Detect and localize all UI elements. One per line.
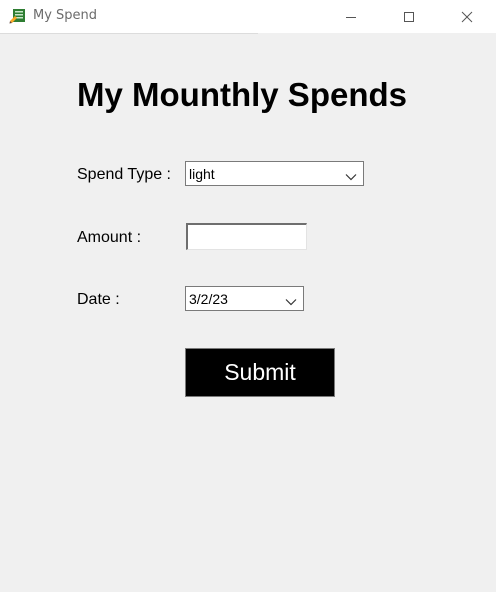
- title-bar[interactable]: My Spend: [0, 0, 496, 33]
- minimize-button[interactable]: [322, 0, 380, 33]
- date-picker[interactable]: 3/2/23: [185, 286, 304, 311]
- close-button[interactable]: [438, 0, 496, 33]
- chevron-down-icon: [345, 169, 357, 181]
- close-icon: [461, 11, 473, 22]
- window-title: My Spend: [33, 8, 98, 23]
- spend-type-label: Spend Type :: [77, 166, 171, 183]
- date-label: Date :: [77, 291, 120, 308]
- spend-type-select[interactable]: light: [185, 161, 364, 186]
- submit-button[interactable]: Submit: [185, 348, 335, 397]
- page-title: My Mounthly Spends: [77, 76, 407, 113]
- chevron-down-icon: [285, 294, 297, 306]
- amount-label: Amount :: [77, 229, 142, 246]
- titlebar-divider: [0, 33, 258, 34]
- spend-type-value: light: [189, 165, 215, 182]
- maximize-icon: [404, 11, 414, 22]
- date-value: 3/2/23: [189, 290, 228, 307]
- app-window: My Spend My Mounthly Spends Spend Type :…: [0, 0, 496, 592]
- notepad-app-icon: [9, 8, 27, 24]
- amount-input[interactable]: [186, 223, 307, 250]
- maximize-button[interactable]: [380, 0, 438, 33]
- minimize-icon: [346, 16, 356, 18]
